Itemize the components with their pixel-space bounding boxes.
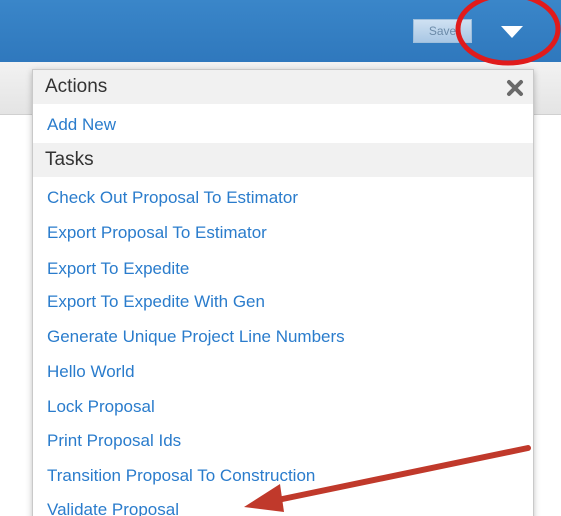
top-toolbar: Save	[0, 0, 561, 62]
close-icon[interactable]	[505, 78, 525, 98]
actions-header-label: Actions	[45, 76, 108, 97]
tasks-header-label: Tasks	[45, 149, 94, 170]
save-button[interactable]: Save	[413, 19, 472, 43]
menu-item-task[interactable]: Generate Unique Project Line Numbers	[47, 327, 345, 347]
menu-item-task[interactable]: Lock Proposal	[47, 397, 155, 417]
caret-down-icon	[501, 26, 523, 38]
menu-item-task[interactable]: Hello World	[47, 362, 135, 382]
actions-section-header: Actions	[33, 70, 533, 104]
menu-item-task[interactable]: Check Out Proposal To Estimator	[47, 188, 298, 208]
menu-dropdown-toggle[interactable]	[486, 12, 538, 52]
menu-item-add-new[interactable]: Add New	[47, 115, 116, 135]
menu-item-task[interactable]: Print Proposal Ids	[47, 431, 181, 451]
menu-item-task[interactable]: Transition Proposal To Construction	[47, 466, 315, 486]
screenshot: Save Actions Add New Tasks Check Out Pro…	[0, 0, 561, 516]
actions-tasks-menu: Actions Add New Tasks Check Out Proposal…	[32, 69, 534, 516]
tasks-section-header: Tasks	[33, 143, 533, 177]
menu-item-task[interactable]: Export Proposal To Estimator	[47, 223, 267, 243]
menu-item-task[interactable]: Export To Expedite With Gen	[47, 292, 265, 312]
menu-item-task[interactable]: Validate Proposal	[47, 500, 179, 516]
menu-item-task[interactable]: Export To Expedite	[47, 259, 189, 279]
